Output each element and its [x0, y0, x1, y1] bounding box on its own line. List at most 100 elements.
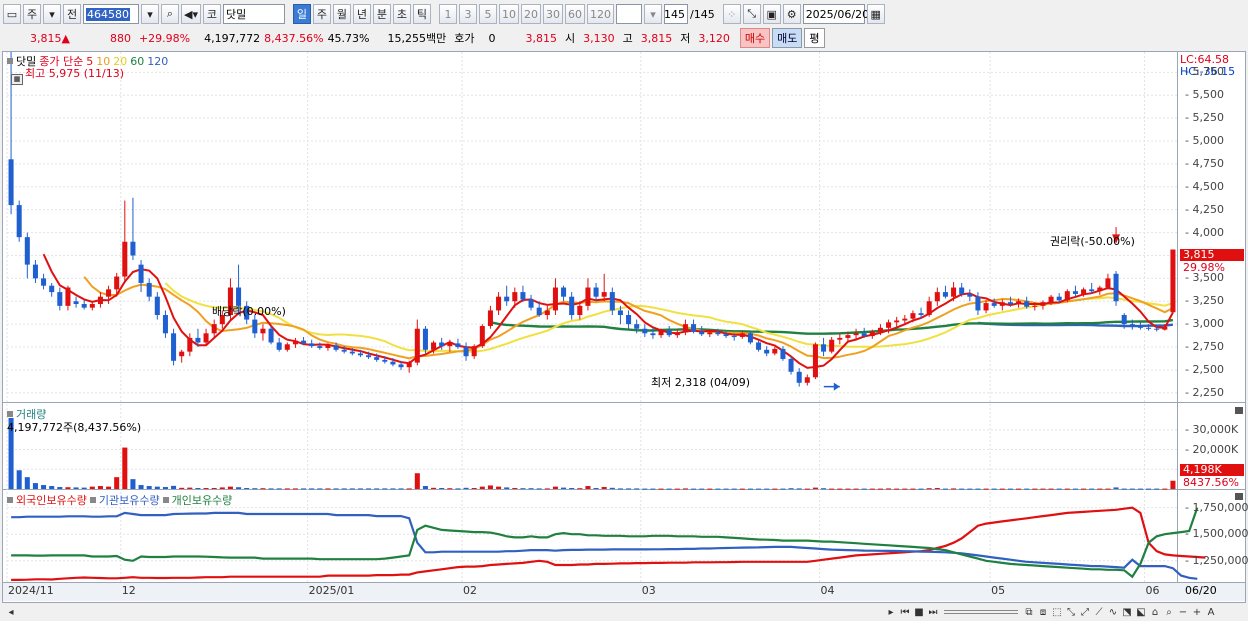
speaker-icon[interactable]: ◀▾	[181, 4, 201, 24]
time-label: 03	[641, 584, 656, 597]
candle-body	[73, 301, 79, 305]
legend-institution: 기관보유수량	[98, 494, 160, 507]
last-price-tag: 3,815	[1180, 249, 1244, 261]
holdings-legend: 외국인보유수량 기관보유수량 개인보유수량	[7, 492, 232, 508]
interval-3[interactable]: 3	[458, 4, 477, 24]
market-select[interactable]: 주	[23, 4, 41, 24]
volume-bar	[252, 488, 258, 490]
tool-icon-3[interactable]: ⬚	[1050, 605, 1064, 619]
chevron-down-icon[interactable]: ▾	[43, 4, 61, 24]
period-second[interactable]: 초	[392, 4, 411, 24]
tool-icon-4[interactable]: ⤡	[1064, 605, 1078, 619]
candle-body	[504, 296, 510, 302]
jump-start-icon[interactable]: ⏮	[898, 605, 912, 619]
volume-bar	[739, 488, 745, 490]
tool-icon-1[interactable]: ⧉	[1022, 605, 1036, 619]
period-tick[interactable]: 틱	[412, 4, 431, 24]
legend-box-icon	[7, 58, 13, 64]
tool-icon-8[interactable]: ⬔	[1120, 605, 1134, 619]
individual-holdings-line	[11, 507, 1199, 579]
search-icon[interactable]: ⌕	[161, 4, 179, 24]
tool-icon-7[interactable]: ∿	[1106, 605, 1120, 619]
volume-bar	[309, 488, 315, 490]
panel-close-icon[interactable]	[1235, 493, 1243, 500]
scroll-right-icon[interactable]: ▸	[884, 605, 898, 619]
crosshair-icon[interactable]: ⤡	[742, 4, 761, 24]
candle-body	[260, 328, 266, 334]
interval-5[interactable]: 5	[478, 4, 497, 24]
average-button[interactable]: 평	[804, 28, 825, 48]
tool-icon-2[interactable]: ⧈	[1036, 605, 1050, 619]
interval-120[interactable]: 120	[586, 4, 614, 24]
candle-body	[16, 205, 22, 238]
scroll-left-icon[interactable]: ◂	[4, 605, 18, 619]
prev-button[interactable]: 전	[63, 4, 81, 24]
period-year[interactable]: 년	[352, 4, 371, 24]
candle-body	[674, 332, 680, 336]
count-input[interactable]: 145	[663, 4, 688, 24]
volume-bar	[390, 488, 396, 490]
volume-bar	[812, 487, 818, 489]
gear-icon[interactable]: ⚙	[782, 4, 801, 24]
volume-bar	[780, 488, 786, 490]
date-input[interactable]: 2025/06/20	[802, 4, 869, 24]
zoom-out-icon[interactable]: −	[1176, 605, 1190, 619]
save-icon[interactable]: ▣	[762, 4, 781, 24]
volume-bar	[1072, 488, 1078, 490]
candle-body	[179, 351, 185, 357]
sell-button[interactable]: 매도	[772, 28, 803, 48]
buy-button[interactable]: 매수	[739, 28, 771, 48]
link-icon[interactable]: ⁘	[722, 4, 741, 24]
period-week[interactable]: 주	[312, 4, 331, 24]
rights-note: 권리락(-50.00%)	[1050, 235, 1135, 248]
price-tick: - 4,250	[1185, 202, 1224, 216]
tool-icon-5[interactable]: ⤢	[1078, 605, 1092, 619]
interval-1[interactable]: 1	[438, 4, 457, 24]
candle-body	[57, 292, 63, 306]
low-price: 3,120	[698, 31, 730, 45]
jump-end-icon[interactable]: ⏭	[926, 605, 940, 619]
interval-30[interactable]: 30	[542, 4, 563, 24]
calendar-icon[interactable]: ▦	[866, 4, 885, 24]
volume-bar	[764, 488, 770, 490]
interval-10[interactable]: 10	[498, 4, 519, 24]
font-size-icon[interactable]: A	[1204, 605, 1218, 619]
panel-close-icon[interactable]	[1235, 407, 1243, 414]
candle-body	[487, 310, 493, 326]
candle-body	[1072, 291, 1078, 294]
tool-icon-10[interactable]: ⌂	[1148, 605, 1162, 619]
panel-divider	[3, 402, 1245, 403]
zoom-slider[interactable]	[944, 610, 1018, 614]
period-month[interactable]: 월	[332, 4, 351, 24]
magnifier-icon[interactable]: ⌕	[1162, 605, 1176, 619]
candle-body	[902, 318, 908, 321]
volume-bar	[1032, 488, 1038, 490]
stock-code-input[interactable]: 464580	[83, 4, 139, 24]
interval-60[interactable]: 60	[564, 4, 585, 24]
volume-bar	[707, 488, 713, 490]
chart-area[interactable]: 닷밀 종가 단순 5 10 20 60 120 최고 5,975 (11/13)…	[2, 51, 1248, 603]
candle-body	[97, 296, 103, 305]
candle-body	[544, 310, 550, 315]
volume-bar	[260, 488, 266, 490]
layout-icon[interactable]: ▭	[3, 4, 21, 24]
code-dropdown-icon[interactable]: ▾	[141, 4, 159, 24]
candle-body	[609, 292, 615, 311]
tool-icon-9[interactable]: ⬕	[1134, 605, 1148, 619]
calendar-icon[interactable]: ▦	[11, 74, 23, 85]
low-note: 최저 2,318 (04/09)	[651, 376, 751, 389]
last-pct-tag: 29.98%	[1183, 261, 1225, 274]
stock-name-field[interactable]: 닷밀	[222, 4, 285, 24]
legend-box-icon	[7, 497, 13, 503]
period-minute[interactable]: 분	[372, 4, 391, 24]
zoom-in-icon[interactable]: +	[1190, 605, 1204, 619]
candle-body	[650, 333, 656, 336]
custom-interval-input[interactable]	[615, 4, 642, 24]
interval-20[interactable]: 20	[520, 4, 541, 24]
chart-canvas[interactable]	[3, 52, 1245, 602]
period-day[interactable]: 일	[292, 4, 311, 24]
volume-bar	[1016, 488, 1022, 490]
tool-icon-6[interactable]: ⟋	[1092, 605, 1106, 619]
stop-icon[interactable]: ■	[912, 605, 926, 619]
interval-dropdown-icon[interactable]: ▾	[643, 4, 662, 24]
